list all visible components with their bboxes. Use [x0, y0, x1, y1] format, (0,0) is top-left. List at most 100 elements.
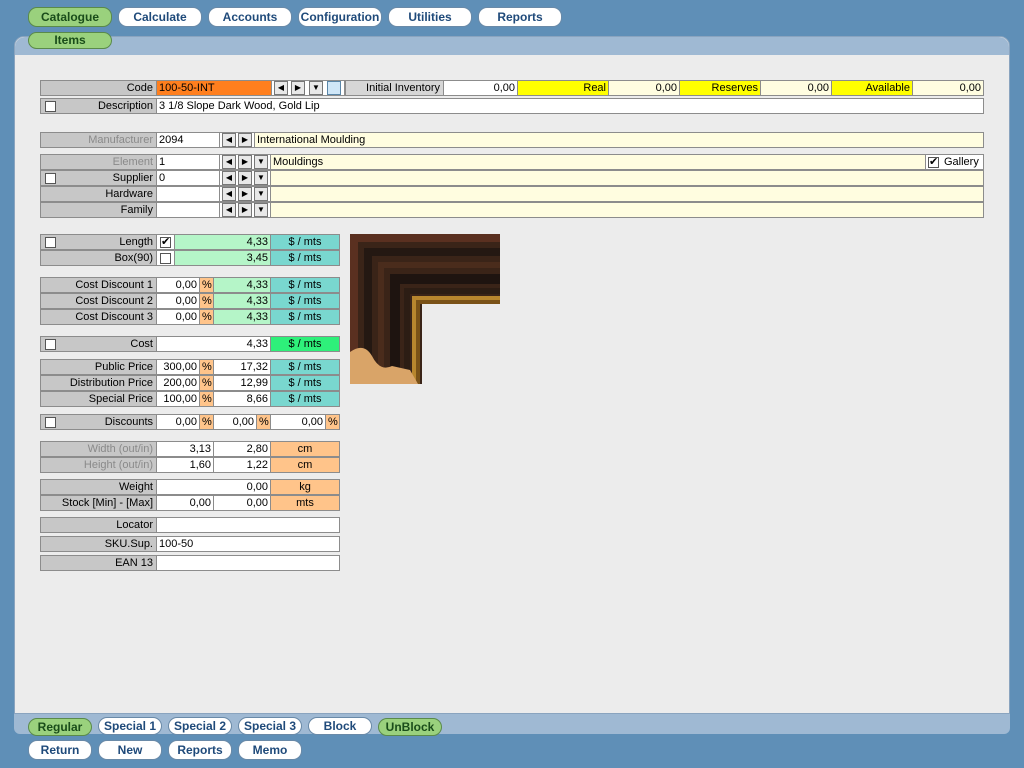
- discounts-checkbox[interactable]: [45, 417, 56, 428]
- reports-button[interactable]: Reports: [168, 740, 232, 760]
- cost-discount-1-pct[interactable]: 0,00: [156, 277, 200, 293]
- prev-arrow-icon[interactable]: ◀: [222, 133, 236, 147]
- weight-label: Weight: [40, 479, 157, 495]
- family-name-field[interactable]: [270, 202, 984, 218]
- real-label: Real: [517, 80, 609, 96]
- stock-min-field[interactable]: 0,00: [156, 495, 214, 511]
- height-in-field[interactable]: 1,22: [213, 457, 271, 473]
- length-value-field[interactable]: 4,33: [174, 234, 271, 250]
- tab-accounts[interactable]: Accounts: [208, 7, 292, 27]
- available-field[interactable]: 0,00: [912, 80, 984, 96]
- return-button[interactable]: Return: [28, 740, 92, 760]
- supplier-name-field[interactable]: [270, 170, 984, 186]
- hardware-name-field[interactable]: [270, 186, 984, 202]
- next-arrow-icon[interactable]: ▶: [238, 155, 252, 169]
- description-checkbox[interactable]: [45, 101, 56, 112]
- element-code-field[interactable]: 1: [156, 154, 220, 170]
- discount-2-field[interactable]: 0,00: [213, 414, 257, 430]
- cost-discount-1-label: Cost Discount 1: [40, 277, 157, 293]
- tab-special-2[interactable]: Special 2: [168, 717, 232, 735]
- special-price-value[interactable]: 8,66: [213, 391, 271, 407]
- width-out-field[interactable]: 3,13: [156, 441, 214, 457]
- tab-configuration[interactable]: Configuration: [298, 7, 382, 27]
- next-arrow-icon[interactable]: ▶: [291, 81, 305, 95]
- dropdown-arrow-icon[interactable]: ▼: [254, 155, 268, 169]
- next-arrow-icon[interactable]: ▶: [238, 203, 252, 217]
- manufacturer-code-field[interactable]: 2094: [156, 132, 220, 148]
- length-label: Length: [40, 234, 157, 250]
- width-label: Width (out/in): [40, 441, 157, 457]
- prev-arrow-icon[interactable]: ◀: [222, 187, 236, 201]
- discount-1-field[interactable]: 0,00: [156, 414, 200, 430]
- next-arrow-icon[interactable]: ▶: [238, 187, 252, 201]
- real-field[interactable]: 0,00: [608, 80, 680, 96]
- hardware-code-field[interactable]: [156, 186, 220, 202]
- tab-special-1[interactable]: Special 1: [98, 717, 162, 735]
- locator-field[interactable]: [156, 517, 340, 533]
- reserves-field[interactable]: 0,00: [760, 80, 832, 96]
- discount-3-field[interactable]: 0,00: [270, 414, 326, 430]
- subtab-items[interactable]: Items: [28, 32, 112, 49]
- tab-unblock[interactable]: UnBlock: [378, 718, 442, 736]
- stock-max-field[interactable]: 0,00: [213, 495, 271, 511]
- percent-sign: %: [199, 277, 214, 293]
- box-checkbox[interactable]: [160, 253, 171, 264]
- tab-block[interactable]: Block: [308, 717, 372, 735]
- cost-discount-1-value[interactable]: 4,33: [213, 277, 271, 293]
- description-field[interactable]: 3 1/8 Slope Dark Wood, Gold Lip: [156, 98, 984, 114]
- cost-discount-3-value[interactable]: 4,33: [213, 309, 271, 325]
- next-arrow-icon[interactable]: ▶: [238, 133, 252, 147]
- public-price-value[interactable]: 17,32: [213, 359, 271, 375]
- tab-special-3[interactable]: Special 3: [238, 717, 302, 735]
- tab-reports[interactable]: Reports: [478, 7, 562, 27]
- public-price-pct[interactable]: 300,00: [156, 359, 200, 375]
- tab-utilities[interactable]: Utilities: [388, 7, 472, 27]
- weight-field[interactable]: 0,00: [156, 479, 271, 495]
- special-price-pct[interactable]: 100,00: [156, 391, 200, 407]
- ean-field[interactable]: [156, 555, 340, 571]
- height-label: Height (out/in): [40, 457, 157, 473]
- footer-band: [14, 714, 1010, 734]
- dropdown-arrow-icon[interactable]: ▼: [254, 187, 268, 201]
- tab-calculate[interactable]: Calculate: [118, 7, 202, 27]
- family-code-field[interactable]: [156, 202, 220, 218]
- height-out-field[interactable]: 1,60: [156, 457, 214, 473]
- cost-discount-2-pct[interactable]: 0,00: [156, 293, 200, 309]
- dropdown-arrow-icon[interactable]: ▼: [254, 171, 268, 185]
- memo-button[interactable]: Memo: [238, 740, 302, 760]
- supplier-code-field[interactable]: 0: [156, 170, 220, 186]
- initial-inventory-field[interactable]: 0,00: [443, 80, 518, 96]
- percent-sign: %: [256, 414, 271, 430]
- prev-arrow-icon[interactable]: ◀: [222, 155, 236, 169]
- cost-discount-2-value[interactable]: 4,33: [213, 293, 271, 309]
- dropdown-arrow-icon[interactable]: ▼: [309, 81, 323, 95]
- prev-arrow-icon[interactable]: ◀: [222, 171, 236, 185]
- distribution-price-pct[interactable]: 200,00: [156, 375, 200, 391]
- cost-checkbox[interactable]: [45, 339, 56, 350]
- width-in-field[interactable]: 2,80: [213, 441, 271, 457]
- new-button[interactable]: New: [98, 740, 162, 760]
- initial-inventory-label: Initial Inventory: [345, 80, 444, 96]
- percent-sign: %: [199, 293, 214, 309]
- tab-catalogue[interactable]: Catalogue: [28, 7, 112, 27]
- element-name-field[interactable]: Mouldings: [270, 154, 926, 170]
- length-row-checkbox[interactable]: [45, 237, 56, 248]
- next-arrow-icon[interactable]: ▶: [238, 171, 252, 185]
- percent-sign: %: [325, 414, 340, 430]
- lock-icon[interactable]: [327, 81, 341, 95]
- length-checkbox[interactable]: [160, 235, 171, 248]
- cost-discount-3-pct[interactable]: 0,00: [156, 309, 200, 325]
- distribution-price-value[interactable]: 12,99: [213, 375, 271, 391]
- supplier-checkbox[interactable]: [45, 173, 56, 184]
- code-field[interactable]: 100-50-INT: [156, 80, 272, 96]
- dropdown-arrow-icon[interactable]: ▼: [254, 203, 268, 217]
- tab-regular[interactable]: Regular: [28, 718, 92, 736]
- cost-value-field[interactable]: 4,33: [156, 336, 271, 352]
- manufacturer-name-field[interactable]: International Moulding: [254, 132, 984, 148]
- gallery-checkbox[interactable]: [928, 155, 939, 168]
- box-value-field[interactable]: 3,45: [174, 250, 271, 266]
- prev-arrow-icon[interactable]: ◀: [222, 203, 236, 217]
- sku-field[interactable]: 100-50: [156, 536, 340, 552]
- cost-label: Cost: [40, 336, 157, 352]
- prev-arrow-icon[interactable]: ◀: [274, 81, 288, 95]
